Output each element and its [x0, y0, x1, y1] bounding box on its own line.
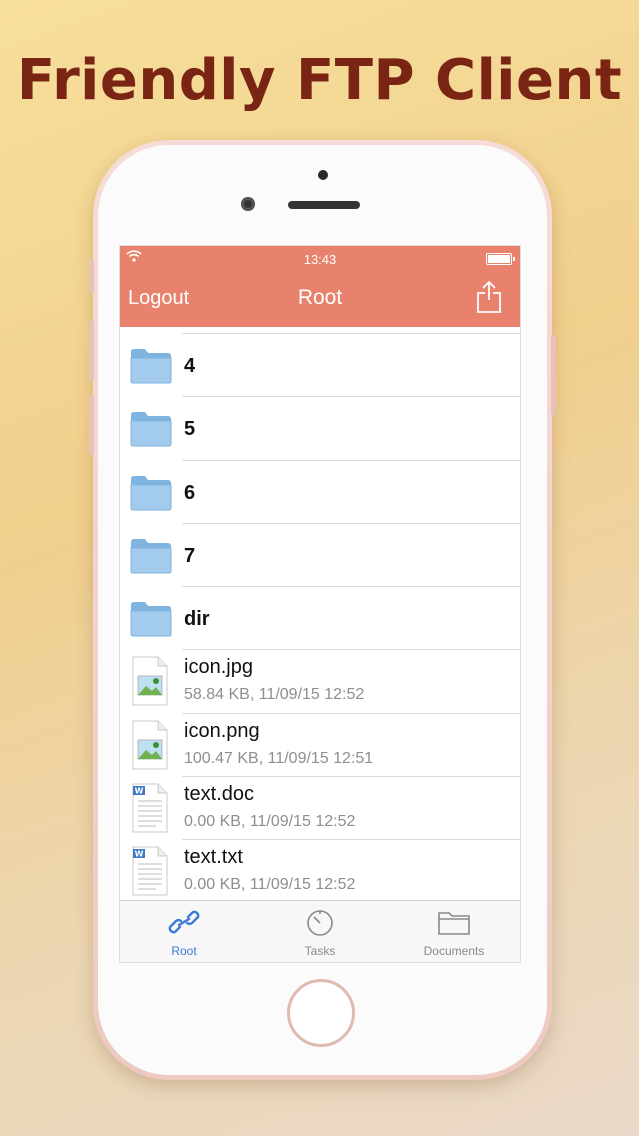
tab-root-label: Root — [171, 944, 197, 958]
proximity-sensor — [318, 170, 328, 180]
file-list: 4 5 6 7 dir icon.jpg 58.84 KB, 11/09/15 12:52 i… — [120, 327, 520, 902]
document-file-icon: W — [130, 783, 170, 838]
folder-icon — [130, 411, 172, 452]
svg-text:W: W — [135, 787, 144, 796]
timer-icon — [307, 910, 333, 936]
file-meta: 58.84 KB, 11/09/15 12:52 — [184, 686, 365, 704]
share-icon[interactable] — [476, 280, 502, 314]
file-name: 6 — [184, 481, 196, 504]
status-time: 13:43 — [303, 252, 337, 267]
folder-icon — [130, 538, 172, 579]
tab-tasks-label: Tasks — [304, 944, 336, 958]
file-row[interactable]: Wtext.txt 0.00 KB, 11/09/15 12:52 — [120, 840, 520, 902]
file-meta: 0.00 KB, 11/09/15 12:52 — [184, 876, 356, 894]
volume-down-button — [89, 395, 94, 455]
mute-switch — [89, 260, 94, 294]
tab-tasks[interactable]: Tasks — [260, 907, 380, 958]
power-button — [551, 335, 556, 415]
file-row[interactable]: icon.png 100.47 KB, 11/09/15 12:51 — [120, 714, 520, 778]
tab-root[interactable]: Root — [124, 907, 244, 958]
file-name: 5 — [184, 418, 196, 441]
file-name: 7 — [184, 544, 196, 567]
folder-icon — [130, 601, 172, 642]
file-name: text.txt — [184, 846, 243, 869]
file-name: dir — [184, 608, 210, 631]
folder-icon — [130, 475, 172, 516]
battery-icon — [486, 253, 515, 265]
earpiece-speaker — [288, 201, 360, 209]
document-file-icon: W — [130, 846, 170, 901]
navigation-bar: 13:43 Logout Root — [120, 246, 520, 327]
list-separator — [182, 327, 520, 334]
file-row[interactable]: 7 — [120, 524, 520, 588]
file-row[interactable]: icon.jpg 58.84 KB, 11/09/15 12:52 — [120, 650, 520, 714]
file-name: icon.png — [184, 719, 260, 742]
app-screen: 13:43 Logout Root 4 5 6 7 dir icon.jpg 58.84 K… — [119, 245, 521, 963]
home-button[interactable] — [287, 979, 355, 1047]
tab-documents-label: Documents — [423, 944, 485, 958]
volume-up-button — [89, 320, 94, 380]
svg-text:W: W — [135, 850, 144, 859]
file-row[interactable]: 4 — [120, 334, 520, 398]
image-file-icon — [130, 720, 170, 775]
page-title: Root — [297, 286, 343, 309]
file-row[interactable]: dir — [120, 587, 520, 651]
file-name: text.doc — [184, 783, 255, 806]
file-row[interactable]: 5 — [120, 397, 520, 461]
file-row[interactable]: 6 — [120, 461, 520, 524]
headline: Friendly FTP Client — [16, 48, 623, 113]
file-meta: 0.00 KB, 11/09/15 12:52 — [184, 813, 356, 831]
folder-icon — [130, 348, 172, 389]
file-meta: 100.47 KB, 11/09/15 12:51 — [184, 749, 374, 767]
image-file-icon — [130, 656, 170, 711]
file-row[interactable]: Wtext.doc 0.00 KB, 11/09/15 12:52 — [120, 777, 520, 841]
tab-bar: Root Tasks Documents — [120, 900, 520, 962]
link-icon — [168, 910, 200, 934]
folder-outline-icon — [438, 912, 470, 935]
file-name: icon.jpg — [184, 656, 253, 679]
file-name: 4 — [184, 355, 196, 377]
front-camera — [241, 197, 255, 211]
tab-documents[interactable]: Documents — [394, 907, 514, 958]
